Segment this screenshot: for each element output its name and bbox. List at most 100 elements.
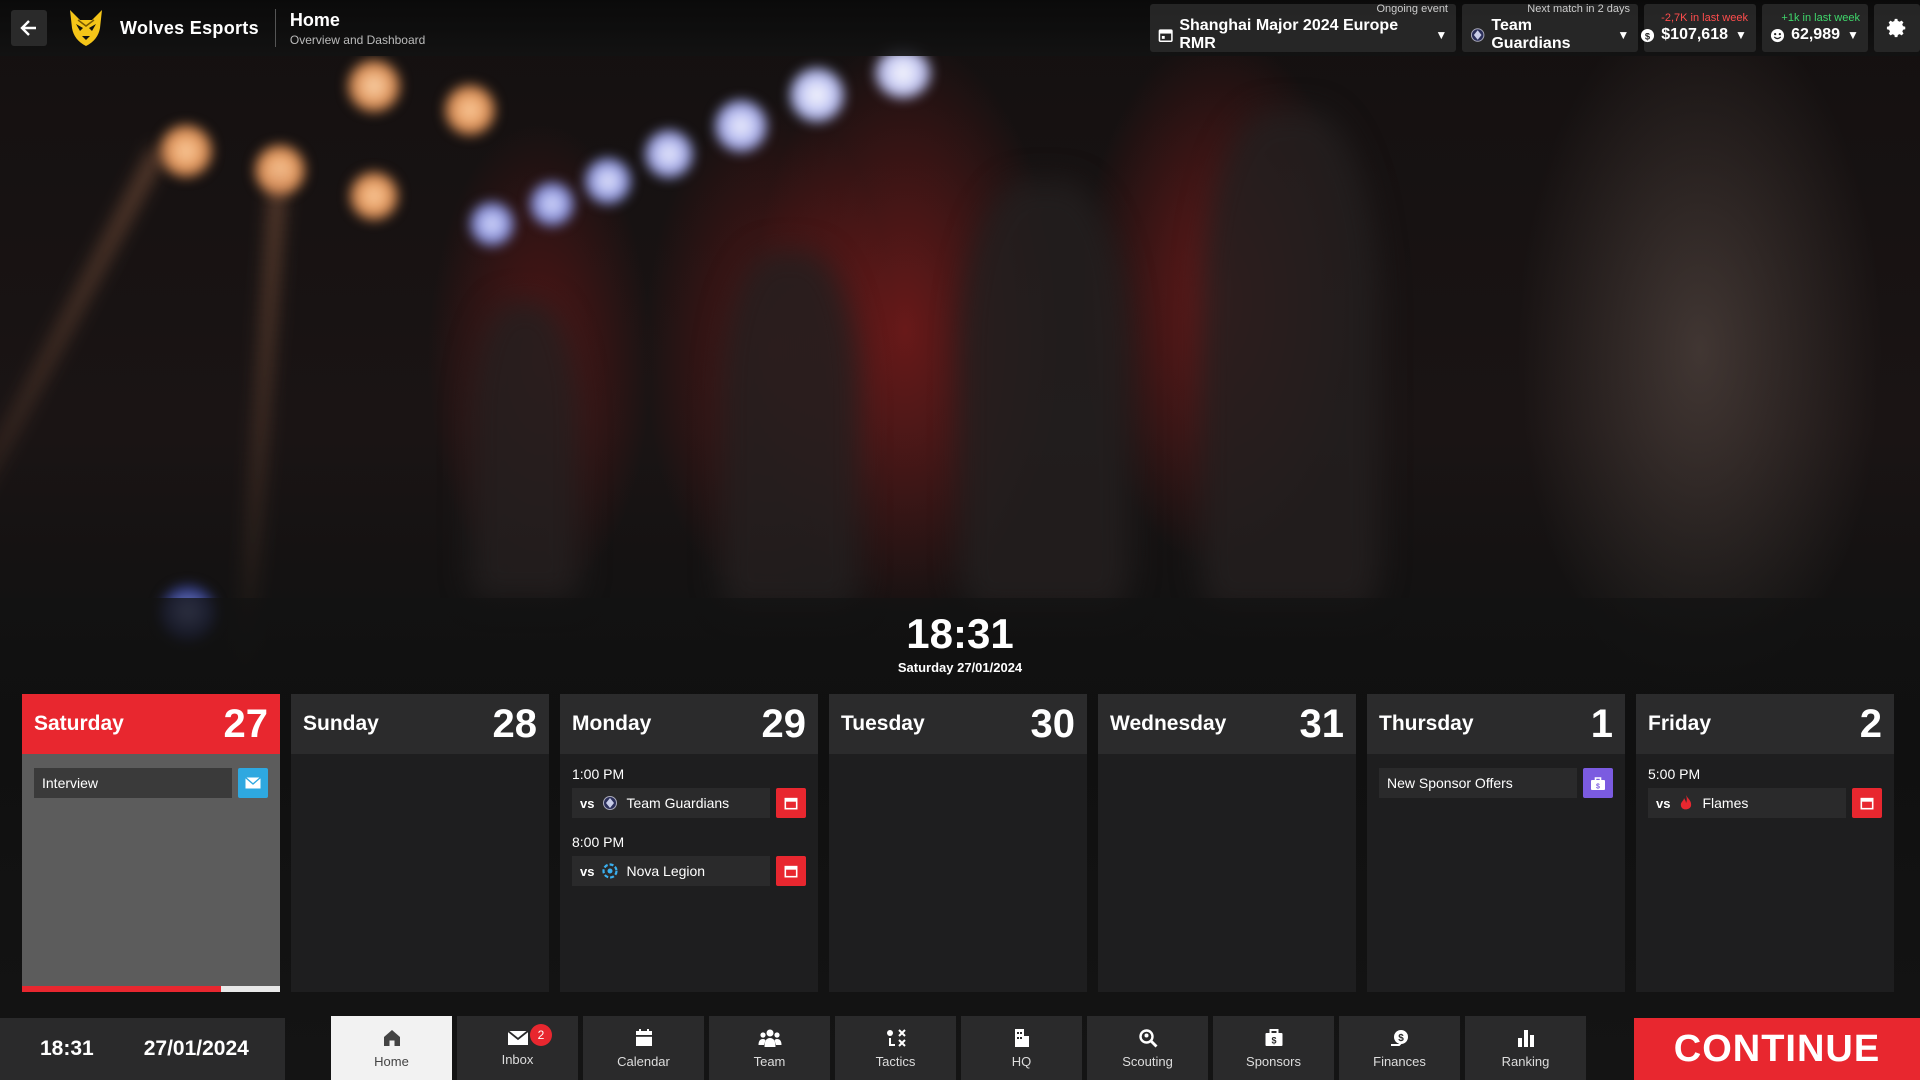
magnifier-icon bbox=[1138, 1028, 1157, 1047]
money-icon: $ bbox=[1390, 1029, 1408, 1046]
opponent-name: Nova Legion bbox=[626, 863, 706, 879]
nav-label: Home bbox=[374, 1053, 409, 1069]
vs-label: vs bbox=[580, 795, 595, 811]
day-card-wednesday[interactable]: Wednesday 31 bbox=[1098, 694, 1356, 992]
nav-ranking[interactable]: Ranking bbox=[1465, 1016, 1586, 1080]
nav-team[interactable]: Team bbox=[709, 1016, 830, 1080]
day-header: Sunday 28 bbox=[291, 694, 549, 754]
match-calendar-button[interactable] bbox=[776, 788, 806, 818]
event-icon-button[interactable]: $ bbox=[1583, 768, 1613, 798]
nav-finances[interactable]: $ Finances bbox=[1339, 1016, 1460, 1080]
chevron-down-icon: ▼ bbox=[1617, 28, 1630, 42]
event-item-sponsor-offers[interactable]: New Sponsor Offers $ bbox=[1379, 768, 1613, 798]
team-name: Wolves Esports bbox=[120, 17, 259, 38]
match-time: 5:00 PM bbox=[1648, 766, 1701, 782]
envelope-icon bbox=[506, 1029, 529, 1045]
ongoing-event-dropdown[interactable]: Ongoing event Shanghai Major 2024 Europe… bbox=[1150, 3, 1456, 52]
day-header: Friday 2 bbox=[1636, 694, 1894, 754]
nav-scouting[interactable]: Scouting bbox=[1087, 1016, 1208, 1080]
briefcase-icon: $ bbox=[1265, 1028, 1282, 1046]
back-button[interactable] bbox=[11, 10, 47, 46]
nav-label: Tactics bbox=[875, 1053, 916, 1069]
nav-inbox[interactable]: Inbox 2 bbox=[457, 1016, 578, 1080]
calendar-icon bbox=[784, 797, 798, 810]
match-label[interactable]: vs Team Guardians bbox=[572, 788, 770, 818]
team-icon bbox=[758, 1029, 781, 1047]
event-label: Interview bbox=[34, 768, 232, 798]
day-name: Friday bbox=[1648, 712, 1712, 735]
event-icon-button[interactable] bbox=[238, 768, 268, 798]
fans-caption: +1k in last week bbox=[1781, 12, 1860, 24]
continue-button[interactable]: CONTINUE bbox=[1634, 1018, 1920, 1080]
day-name: Thursday bbox=[1379, 712, 1474, 735]
settings-button[interactable] bbox=[1874, 4, 1920, 52]
calendar-icon bbox=[1158, 29, 1173, 43]
day-number: 31 bbox=[1299, 701, 1345, 746]
nav-hq[interactable]: HQ bbox=[961, 1016, 1082, 1080]
nav-label: Sponsors bbox=[1246, 1053, 1301, 1069]
match-calendar-button[interactable] bbox=[776, 856, 806, 886]
bar-chart-icon bbox=[1517, 1029, 1534, 1047]
day-card-monday[interactable]: Monday 29 1:00 PM vs Team Guardians 8:00… bbox=[560, 694, 818, 992]
page-subtitle: Overview and Dashboard bbox=[289, 32, 426, 47]
ongoing-event-value: Shanghai Major 2024 Europe RMR bbox=[1179, 17, 1399, 52]
calendar-icon bbox=[784, 865, 798, 878]
match-label[interactable]: vs Nova Legion bbox=[572, 856, 770, 886]
opponent-name: Team Guardians bbox=[626, 795, 730, 811]
day-card-sunday[interactable]: Sunday 28 bbox=[291, 694, 549, 992]
match-label[interactable]: vs Flames bbox=[1648, 788, 1846, 818]
day-number: 30 bbox=[1030, 701, 1076, 746]
clock-display: 18:31 Saturday 27/01/2024 bbox=[0, 610, 1920, 675]
vs-label: vs bbox=[580, 863, 595, 879]
match-time: 8:00 PM bbox=[572, 834, 625, 850]
day-name: Tuesday bbox=[841, 712, 925, 735]
building-icon bbox=[1014, 1028, 1029, 1047]
team-guardians-logo-icon bbox=[603, 796, 618, 810]
nav-label: Finances bbox=[1373, 1053, 1426, 1069]
main-navigation: Home Inbox 2 Calendar Team Tactics HQ Sc… bbox=[331, 1016, 1586, 1080]
day-card-saturday[interactable]: Saturday 27 Interview bbox=[22, 694, 280, 992]
day-card-thursday[interactable]: Thursday 1 New Sponsor Offers $ bbox=[1367, 694, 1625, 992]
page-title: Home bbox=[289, 9, 340, 30]
day-number: 27 bbox=[223, 701, 269, 746]
nav-calendar[interactable]: Calendar bbox=[583, 1016, 704, 1080]
breadcrumb: Home Overview and Dashboard bbox=[290, 10, 425, 47]
top-bar: Wolves Esports Home Overview and Dashboa… bbox=[0, 0, 1920, 56]
nav-sponsors[interactable]: $ Sponsors bbox=[1213, 1016, 1334, 1080]
nav-label: Calendar bbox=[617, 1053, 670, 1069]
nav-label: Scouting bbox=[1122, 1053, 1173, 1069]
status-area: Ongoing event Shanghai Major 2024 Europe… bbox=[1150, 3, 1920, 52]
event-item-interview[interactable]: Interview bbox=[34, 768, 268, 798]
calendar-icon bbox=[1860, 797, 1874, 810]
opponent-name: Flames bbox=[1702, 795, 1749, 811]
match-item-nova-legion: 8:00 PM vs Nova Legion bbox=[572, 834, 806, 886]
fans-value: 62,989 bbox=[1791, 26, 1840, 43]
day-card-friday[interactable]: Friday 2 5:00 PM vs Flames bbox=[1636, 694, 1894, 992]
chevron-down-icon: ▼ bbox=[1435, 28, 1448, 42]
nova-legion-logo-icon bbox=[602, 863, 619, 879]
fans-dropdown[interactable]: +1k in last week 62,989 ▼ bbox=[1762, 4, 1868, 52]
money-dropdown[interactable]: -2,7K in last week $ $107,618 ▼ bbox=[1641, 4, 1756, 52]
match-calendar-button[interactable] bbox=[1852, 788, 1882, 818]
day-header: Tuesday 30 bbox=[829, 694, 1087, 754]
vs-label: vs bbox=[1656, 795, 1671, 811]
nav-tactics[interactable]: Tactics bbox=[835, 1016, 956, 1080]
team-logo-icon bbox=[1470, 28, 1485, 42]
tactics-icon bbox=[886, 1028, 906, 1047]
svg-text:$: $ bbox=[1596, 783, 1600, 790]
next-match-dropdown[interactable]: Next match in 2 days Team Guardians ▼ bbox=[1462, 3, 1638, 52]
day-progress-fill bbox=[22, 986, 221, 992]
flames-logo-icon bbox=[1681, 795, 1692, 810]
coin-icon: $ bbox=[1641, 28, 1655, 42]
day-card-tuesday[interactable]: Tuesday 30 bbox=[829, 694, 1087, 992]
week-calendar: Saturday 27 Interview Sunday 28 Monday 2… bbox=[22, 694, 1894, 992]
next-match-value: Team Guardians bbox=[1491, 17, 1571, 52]
day-number: 29 bbox=[761, 701, 807, 746]
clock-date: Saturday 27/01/2024 bbox=[897, 660, 1023, 675]
inbox-unread-badge: 2 bbox=[530, 1024, 552, 1046]
wolf-logo bbox=[70, 10, 102, 46]
home-icon bbox=[383, 1029, 400, 1046]
svg-text:$: $ bbox=[1645, 31, 1651, 41]
nav-home[interactable]: Home bbox=[331, 1016, 452, 1080]
header-divider bbox=[274, 9, 276, 47]
